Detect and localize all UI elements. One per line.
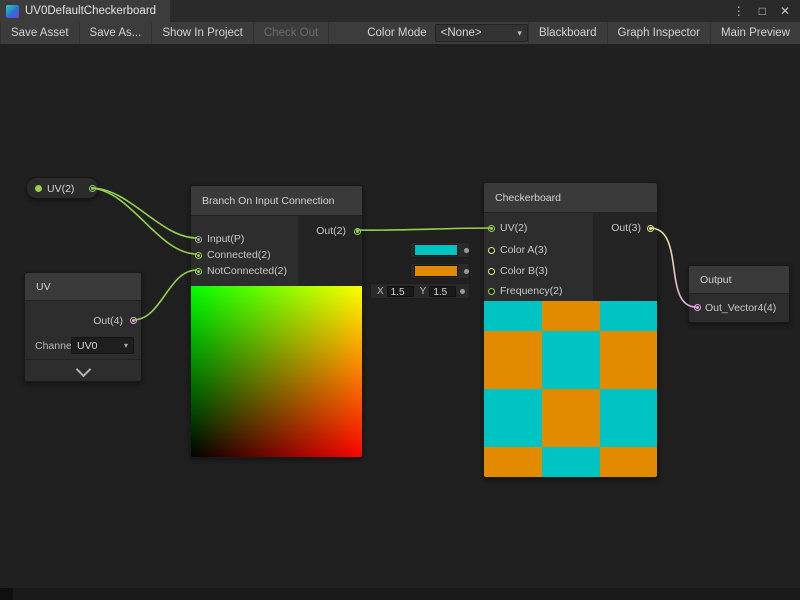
port-color-a[interactable] [488, 247, 495, 254]
port-color-b[interactable] [488, 268, 495, 275]
port-uv-property-out[interactable] [89, 185, 96, 192]
port-input-p[interactable] [195, 236, 202, 243]
edge-branch-to-checkerboard-uv[interactable] [356, 228, 490, 230]
graph-canvas[interactable]: UV(2) Branch On Input Connection Input(P… [0, 44, 800, 600]
checkerboard-preview [484, 301, 658, 478]
control-connector-dot [464, 269, 469, 274]
channel-dropdown[interactable]: UV0 ▾ [71, 337, 134, 354]
close-icon[interactable]: ✕ [780, 5, 790, 17]
channel-label: Channel [35, 340, 73, 352]
color-mode-dropdown[interactable]: <None> ▾ [435, 24, 528, 42]
frequency-y-label: Y [420, 286, 427, 297]
node-title: UV [25, 273, 141, 301]
color-b-control[interactable] [410, 263, 470, 279]
node-branch-on-input-connection[interactable]: Branch On Input Connection Input(P) Conn… [190, 185, 363, 458]
dropdown-arrow-icon: ▾ [517, 28, 522, 39]
color-b-swatch[interactable] [414, 265, 458, 277]
edge-uvproperty-to-input[interactable] [91, 188, 197, 238]
collapse-preview-button[interactable] [25, 359, 141, 382]
property-color-dot [35, 185, 42, 192]
dropdown-arrow-icon: ▾ [124, 341, 128, 350]
port-label-notconnected: NotConnected(2) [207, 264, 287, 278]
uv-gradient-preview [191, 286, 363, 458]
show-in-project-button[interactable]: Show In Project [152, 22, 254, 44]
node-uv-property[interactable]: UV(2) [26, 177, 99, 199]
chevron-down-icon [75, 362, 91, 378]
channel-value: UV0 [77, 340, 97, 352]
port-label-out2: Out(2) [316, 224, 346, 238]
scrollbar-corner [0, 588, 13, 600]
bottom-scrollbar-track[interactable] [0, 588, 800, 600]
control-connector-dot [464, 248, 469, 253]
tab-title: UV0DefaultCheckerboard [25, 5, 156, 17]
port-out-vector4-in[interactable] [694, 304, 701, 311]
tab-uv0defaultcheckerboard[interactable]: UV0DefaultCheckerboard [0, 0, 170, 22]
edge-uvnode-to-notconnected[interactable] [133, 270, 197, 320]
color-a-control[interactable] [410, 242, 470, 258]
edge-uvproperty-to-connected[interactable] [91, 188, 197, 254]
port-checkerboard-out[interactable] [647, 225, 654, 232]
main-preview-button[interactable]: Main Preview [710, 22, 800, 44]
port-label-uv: UV(2) [500, 221, 527, 235]
port-label-color-a: Color A(3) [500, 243, 547, 257]
node-title: Checkerboard [484, 183, 657, 213]
port-label-out4: Out(4) [93, 314, 123, 328]
maximize-icon[interactable]: □ [759, 5, 766, 17]
frequency-x-field[interactable]: 1.5 [387, 286, 414, 297]
control-connector-dot [460, 289, 465, 294]
port-label-connected: Connected(2) [207, 248, 271, 262]
port-uv-in[interactable] [488, 225, 495, 232]
port-connected[interactable] [195, 252, 202, 259]
frequency-y-field[interactable]: 1.5 [429, 286, 456, 297]
shader-graph-icon [6, 5, 19, 18]
node-checkerboard[interactable]: Checkerboard UV(2) Color A(3) Color B(3)… [483, 182, 658, 478]
menu-icon[interactable]: ⋮ [733, 5, 745, 17]
port-label-out-vector4: Out_Vector4(4) [705, 301, 776, 315]
port-frequency[interactable] [488, 288, 495, 295]
port-label-input-p: Input(P) [207, 232, 244, 246]
check-out-button[interactable]: Check Out [254, 22, 329, 44]
node-uv[interactable]: UV Out(4) Channel UV0 ▾ [24, 272, 142, 382]
node-title: Branch On Input Connection [191, 186, 362, 216]
blackboard-button[interactable]: Blackboard [528, 22, 607, 44]
color-mode-label: Color Mode [361, 27, 432, 39]
port-uv-out[interactable] [130, 317, 137, 324]
frequency-x-label: X [377, 286, 384, 297]
color-a-swatch[interactable] [414, 244, 458, 256]
tab-bar: UV0DefaultCheckerboard ⋮ □ ✕ [0, 0, 800, 22]
shader-graph-window: UV0DefaultCheckerboard ⋮ □ ✕ Save Asset … [0, 0, 800, 600]
frequency-control[interactable]: X 1.5 Y 1.5 [370, 283, 470, 299]
graph-inspector-button[interactable]: Graph Inspector [607, 22, 710, 44]
port-notconnected[interactable] [195, 268, 202, 275]
color-mode-value: <None> [441, 27, 482, 39]
save-asset-button[interactable]: Save Asset [0, 22, 80, 44]
window-controls: ⋮ □ ✕ [733, 0, 800, 22]
port-label-color-b: Color B(3) [500, 264, 548, 278]
port-branch-out[interactable] [354, 228, 361, 235]
port-label-frequency: Frequency(2) [500, 284, 562, 298]
graph-toolbar: Save Asset Save As... Show In Project Ch… [0, 22, 800, 45]
node-output[interactable]: Output Out_Vector4(4) [688, 265, 790, 323]
save-as-button[interactable]: Save As... [80, 22, 153, 44]
node-title: Output [689, 266, 789, 294]
property-label: UV(2) [47, 182, 74, 196]
port-label-out3: Out(3) [611, 221, 641, 235]
